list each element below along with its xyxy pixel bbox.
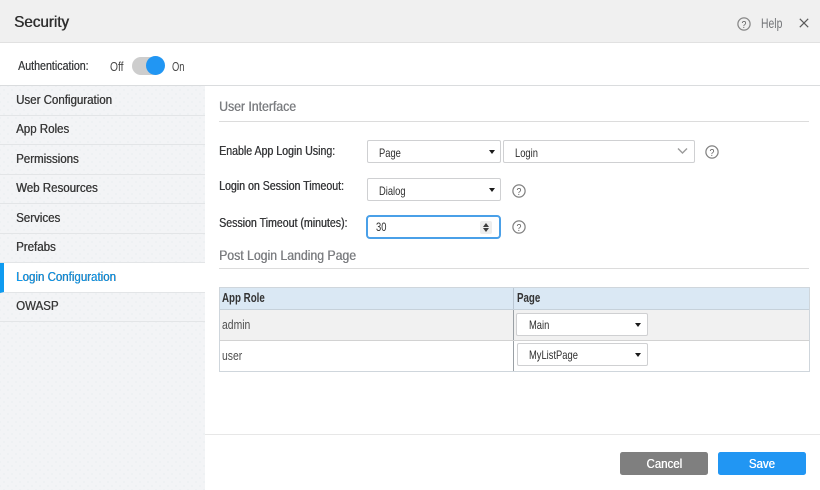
svg-text:?: ? bbox=[517, 186, 522, 198]
svg-text:?: ? bbox=[742, 19, 747, 31]
svg-text:?: ? bbox=[517, 222, 522, 234]
svg-text:?: ? bbox=[710, 147, 715, 159]
